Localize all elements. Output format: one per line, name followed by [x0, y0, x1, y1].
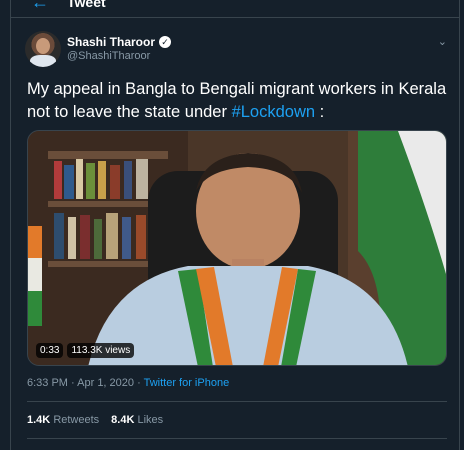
divider-bottom [27, 438, 447, 439]
video-duration: 0:33 [36, 343, 64, 358]
retweets-label: Retweets [53, 414, 100, 426]
tweet-text: My appeal in Bangla to Bengali migrant w… [27, 78, 447, 124]
likes-count: 8.4K [111, 414, 135, 426]
likes-stat[interactable]: 8.4K Likes [111, 414, 163, 426]
video-frame [28, 131, 446, 365]
video-player[interactable]: 0:33 113.3K views [27, 130, 447, 366]
meta-separator: · [67, 377, 78, 389]
avatar-shirt [30, 55, 56, 67]
tweet-text-end: : [315, 103, 325, 121]
divider [27, 401, 447, 402]
video-views: 113.3K views [67, 343, 135, 358]
likes-label: Likes [137, 414, 164, 426]
tweet-date[interactable]: Apr 1, 2020 [77, 377, 134, 389]
tweet-meta: 6:33 PM · Apr 1, 2020 · Twitter for iPho… [27, 377, 229, 389]
tweet-header: Shashi Tharoor ✓ @ShashiTharoor ⌄ [11, 28, 459, 74]
tweet-page: ← Tweet Shashi Tharoor ✓ @ShashiTharoor … [10, 0, 460, 450]
meta-separator-2: · [134, 377, 144, 389]
tweet-source[interactable]: Twitter for iPhone [144, 377, 230, 389]
video-badges: 0:33 113.3K views [36, 343, 135, 358]
top-bar: ← Tweet [11, 0, 459, 18]
verified-badge-icon: ✓ [159, 36, 172, 48]
retweets-count: 1.4K [27, 414, 51, 426]
chevron-down-icon[interactable]: ⌄ [438, 35, 447, 48]
hashtag-link[interactable]: #Lockdown [232, 103, 315, 121]
avatar-face [36, 38, 50, 54]
author-handle[interactable]: @ShashiTharoor [67, 50, 150, 62]
avatar[interactable] [25, 31, 61, 67]
author-name-row[interactable]: Shashi Tharoor ✓ [67, 35, 172, 49]
tweet-stats: 1.4K Retweets 8.4K Likes [27, 414, 163, 426]
tweet-time[interactable]: 6:33 PM [27, 377, 68, 389]
page-title: Tweet [67, 0, 106, 10]
author-name[interactable]: Shashi Tharoor [67, 35, 155, 49]
back-arrow-icon[interactable]: ← [31, 0, 49, 11]
retweets-stat[interactable]: 1.4K Retweets [27, 414, 99, 426]
